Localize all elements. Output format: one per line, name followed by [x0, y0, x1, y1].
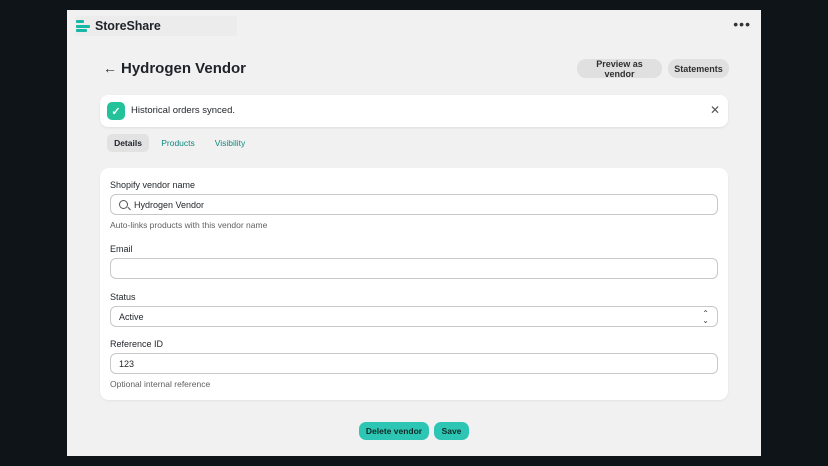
- app-window: StoreShare ••• ← Hydrogen Vendor Preview…: [67, 10, 761, 456]
- email-field[interactable]: [110, 258, 718, 279]
- save-button[interactable]: Save: [434, 422, 469, 440]
- banner-message: Historical orders synced.: [131, 105, 236, 116]
- delete-vendor-button[interactable]: Delete vendor: [359, 422, 429, 440]
- app-bar: StoreShare •••: [67, 10, 761, 40]
- search-icon: [119, 200, 128, 209]
- vendor-name-label: Shopify vendor name: [110, 180, 196, 190]
- status-select[interactable]: Active ⌃ ⌄: [110, 306, 718, 327]
- reference-id-help: Optional internal reference: [110, 379, 211, 389]
- vendor-details-card: Shopify vendor name Hydrogen Vendor Auto…: [100, 168, 728, 400]
- vendor-name-help: Auto-links products with this vendor nam…: [110, 220, 268, 230]
- close-icon[interactable]: ✕: [710, 103, 720, 117]
- reference-id-value: 123: [119, 358, 135, 369]
- check-icon: ✓: [107, 102, 125, 120]
- reference-id-label: Reference ID: [110, 339, 164, 349]
- reference-id-input[interactable]: 123: [110, 353, 718, 374]
- chevron-up-down-icon: ⌃ ⌄: [702, 309, 709, 325]
- status-value: Active: [119, 311, 144, 322]
- page-header: ← Hydrogen Vendor Preview as vendor Stat…: [103, 59, 729, 80]
- app-name: StoreShare: [95, 19, 161, 33]
- tab-details[interactable]: Details: [107, 134, 149, 152]
- statements-button[interactable]: Statements: [668, 59, 729, 78]
- status-label: Status: [110, 292, 136, 302]
- preview-as-vendor-button[interactable]: Preview as vendor: [577, 59, 662, 79]
- vendor-name-input[interactable]: Hydrogen Vendor: [110, 194, 718, 215]
- more-options-icon[interactable]: •••: [733, 16, 751, 32]
- back-arrow-icon[interactable]: ←: [103, 60, 117, 76]
- store-logo-icon: [76, 20, 90, 32]
- tab-visibility[interactable]: Visibility: [211, 134, 249, 152]
- email-label: Email: [110, 244, 133, 254]
- success-banner: ✓ Historical orders synced. ✕: [100, 95, 728, 127]
- vendor-name-value: Hydrogen Vendor: [134, 199, 205, 210]
- brand[interactable]: StoreShare: [75, 16, 237, 36]
- tab-products[interactable]: Products: [159, 134, 197, 152]
- page-title: Hydrogen Vendor: [121, 60, 247, 77]
